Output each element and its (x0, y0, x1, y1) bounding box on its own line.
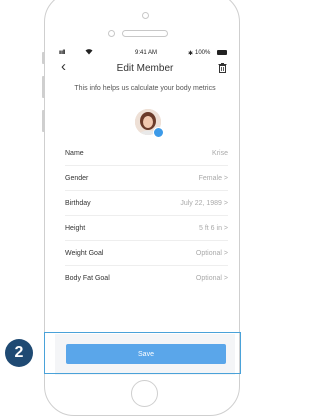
field-value: Optional > (195, 275, 228, 282)
page-title: Edit Member (116, 63, 174, 74)
field-value: 5 ft 6 in > (199, 225, 228, 232)
bluetooth-icon: ✱ (188, 51, 194, 57)
wifi-icon (85, 48, 93, 57)
field-label: Name (65, 150, 84, 157)
field-label: Body Fat Goal (65, 275, 110, 282)
app-screen: ıııll 9:41 AM ✱ 100% ‹ Edit Member This … (55, 47, 235, 375)
battery-percent: 100% (195, 50, 211, 56)
home-button[interactable] (131, 380, 158, 407)
field-row-birthday[interactable]: Birthday July 22, 1989 > (65, 191, 228, 216)
field-row-name[interactable]: Name Krise (65, 141, 228, 166)
status-bar: ıııll 9:41 AM ✱ 100% (55, 47, 235, 58)
field-label: Weight Goal (65, 250, 104, 257)
status-time: 9:41 AM (135, 50, 158, 56)
field-row-gender[interactable]: Gender Female > (65, 166, 228, 191)
battery-icon (217, 50, 227, 55)
phone-volume-down-button (42, 110, 45, 132)
field-value: Optional > (195, 250, 228, 257)
phone-volume-up-button (42, 76, 45, 98)
field-value: Female > (198, 175, 228, 182)
field-row-weight-goal[interactable]: Weight Goal Optional > (65, 241, 228, 266)
field-label: Height (65, 225, 86, 232)
step-number-badge: 2 (5, 339, 33, 367)
field-label: Birthday (65, 200, 91, 207)
front-camera (142, 12, 149, 19)
camera-icon[interactable] (153, 127, 164, 138)
info-hint: This info helps us calculate your body m… (74, 85, 216, 92)
field-row-height[interactable]: Height 5 ft 6 in > (65, 216, 228, 241)
trash-icon[interactable] (218, 63, 227, 73)
field-row-body-fat-goal[interactable]: Body Fat Goal Optional > (65, 266, 228, 290)
phone-side-button (42, 52, 45, 64)
field-value: Krise (212, 150, 228, 157)
sensor-dot (108, 30, 115, 37)
nav-bar: ‹ Edit Member (55, 58, 235, 79)
field-label: Gender (65, 175, 89, 182)
highlight-frame (44, 332, 241, 374)
signal-indicator: ıııll (59, 50, 65, 56)
field-value: July 22, 1989 > (180, 200, 228, 207)
earpiece-speaker (122, 30, 168, 37)
